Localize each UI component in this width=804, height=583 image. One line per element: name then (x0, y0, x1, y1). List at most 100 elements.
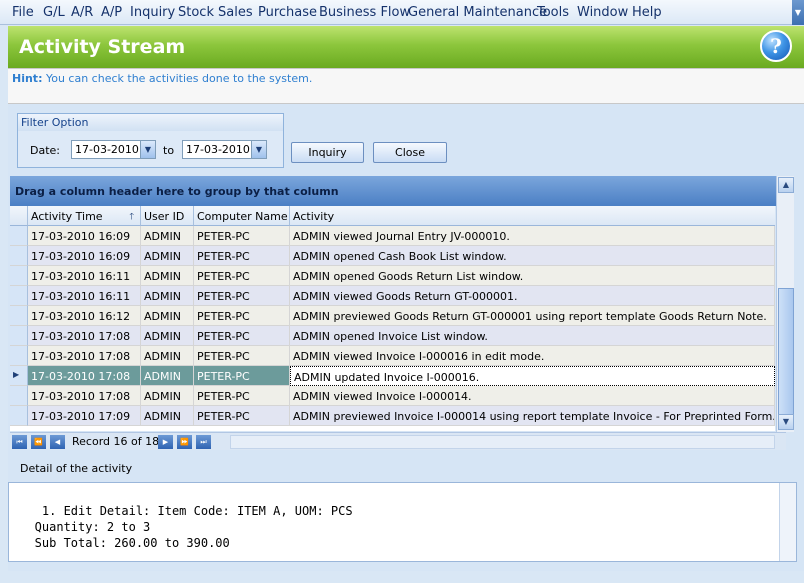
cell-activity-time: 17-03-2010 17:08 (28, 326, 141, 346)
table-row[interactable]: 17-03-2010 17:08 ADMIN PETER-PC ADMIN vi… (10, 386, 775, 406)
cell-activity: ADMIN previewed Invoice I-000014 using r… (290, 406, 775, 426)
cell-user-id: ADMIN (141, 326, 194, 346)
row-indicator (10, 226, 28, 246)
cell-activity: ADMIN previewed Goods Return GT-000001 u… (290, 306, 775, 326)
cell-activity: ADMIN viewed Invoice I-000014. (290, 386, 775, 406)
table-row[interactable]: 17-03-2010 17:09 ADMIN PETER-PC ADMIN pr… (10, 406, 775, 426)
table-row[interactable]: 17-03-2010 17:08 ADMIN PETER-PC ADMIN op… (10, 326, 775, 346)
menu-help[interactable]: Help (632, 5, 662, 20)
cell-computer-name: PETER-PC (194, 306, 290, 326)
grid-vertical-scrollbar[interactable]: ▲ ▼ (776, 176, 794, 432)
menu-file[interactable]: File (12, 5, 34, 20)
to-label: to (163, 144, 175, 157)
cell-user-id: ADMIN (141, 346, 194, 366)
cell-computer-name: PETER-PC (194, 226, 290, 246)
cell-activity: ADMIN viewed Invoice I-000016 in edit mo… (290, 346, 775, 366)
page-title: Activity Stream (19, 36, 186, 58)
previous-page-icon[interactable]: ⏪ (31, 435, 46, 449)
col-activity-time[interactable]: Activity Time 🡑 (28, 206, 141, 226)
date-to-field[interactable]: 17-03-2010 ▼ (182, 140, 267, 159)
cell-activity: ADMIN opened Goods Return List window. (290, 266, 775, 286)
hint-bar: Hint: You can check the activities done … (8, 68, 804, 104)
row-indicator (10, 346, 28, 366)
menu-ap[interactable]: A/P (101, 5, 122, 20)
close-button[interactable]: Close (373, 142, 447, 163)
record-counter: Record 16 of 18 (72, 435, 160, 448)
cell-user-id: ADMIN (141, 286, 194, 306)
cell-computer-name: PETER-PC (194, 406, 290, 426)
activity-grid: Activity Time 🡑 User ID Computer Name Ac… (10, 206, 775, 431)
table-row[interactable]: 17-03-2010 16:11 ADMIN PETER-PC ADMIN op… (10, 266, 775, 286)
scroll-down-icon[interactable]: ▼ (778, 414, 794, 430)
col-activity-time-label: Activity Time (31, 210, 103, 223)
detail-scrollbar[interactable] (779, 483, 796, 561)
menu-ar[interactable]: A/R (71, 5, 93, 20)
cell-activity-time: 17-03-2010 16:09 (28, 226, 141, 246)
next-record-icon[interactable]: ▶ (158, 435, 173, 449)
last-record-icon[interactable]: ⏭ (196, 435, 211, 449)
table-row[interactable]: 17-03-2010 16:11 ADMIN PETER-PC ADMIN vi… (10, 286, 775, 306)
cell-computer-name: PETER-PC (194, 266, 290, 286)
menu-stock[interactable]: Stock (178, 5, 214, 20)
help-icon[interactable]: ? (760, 30, 792, 62)
cell-activity-time: 17-03-2010 16:09 (28, 246, 141, 266)
cell-computer-name: PETER-PC (194, 326, 290, 346)
cell-activity: ADMIN updated Invoice I-000016. (290, 366, 775, 386)
detail-textbox[interactable]: 1. Edit Detail: Item Code: ITEM A, UOM: … (8, 482, 797, 562)
date-to-value: 17-03-2010 (186, 143, 250, 156)
cell-computer-name: PETER-PC (194, 386, 290, 406)
menu-sales[interactable]: Sales (218, 5, 253, 20)
detail-label: Detail of the activity (20, 462, 133, 475)
cell-computer-name: PETER-PC (194, 346, 290, 366)
scroll-up-icon[interactable]: ▲ (778, 177, 794, 193)
row-indicator-header (10, 206, 28, 226)
cell-activity-time: 17-03-2010 17:08 (28, 346, 141, 366)
table-row[interactable]: 17-03-2010 16:12 ADMIN PETER-PC ADMIN pr… (10, 306, 775, 326)
chevron-down-icon[interactable]: ▼ (140, 141, 155, 158)
cell-user-id: ADMIN (141, 226, 194, 246)
menu-purchase[interactable]: Purchase (258, 5, 317, 20)
col-computer-name[interactable]: Computer Name (194, 206, 290, 226)
menu-window[interactable]: Window (577, 5, 628, 20)
menu-business-flow[interactable]: Business Flow (319, 5, 410, 20)
scroll-thumb[interactable] (778, 288, 794, 418)
table-row[interactable]: 17-03-2010 16:09 ADMIN PETER-PC ADMIN vi… (10, 226, 775, 246)
table-row[interactable]: 17-03-2010 17:08 ADMIN PETER-PC ADMIN vi… (10, 346, 775, 366)
detail-text: 1. Edit Detail: Item Code: ITEM A, UOM: … (34, 504, 353, 550)
row-indicator (10, 286, 28, 306)
cell-activity: ADMIN opened Cash Book List window. (290, 246, 775, 266)
inquiry-button[interactable]: Inquiry (291, 142, 364, 163)
grid-horizontal-scrollbar[interactable] (230, 435, 775, 449)
first-record-icon[interactable]: ⏮ (12, 435, 27, 449)
filter-option-group: Filter Option Date: 17-03-2010 ▼ to 17-0… (17, 113, 284, 168)
current-row-arrow-icon: ▶ (10, 366, 28, 386)
cell-activity-time: 17-03-2010 17:09 (28, 406, 141, 426)
group-by-bar[interactable]: Drag a column header here to group by th… (10, 176, 786, 206)
previous-record-icon[interactable]: ◀ (50, 435, 65, 449)
menu-gl[interactable]: G/L (43, 5, 65, 20)
date-from-field[interactable]: 17-03-2010 ▼ (71, 140, 156, 159)
row-indicator (10, 406, 28, 426)
sort-ascending-icon: 🡑 (129, 212, 134, 222)
cell-activity-time: 17-03-2010 17:08 (28, 366, 141, 386)
row-indicator (10, 326, 28, 346)
table-row-selected[interactable]: ▶ 17-03-2010 17:08 ADMIN PETER-PC ADMIN … (10, 366, 775, 386)
cell-user-id: ADMIN (141, 406, 194, 426)
cell-user-id: ADMIN (141, 246, 194, 266)
col-user-id[interactable]: User ID (141, 206, 194, 226)
cell-user-id: ADMIN (141, 386, 194, 406)
col-activity[interactable]: Activity (290, 206, 775, 226)
menu-chevron-icon[interactable]: ▼ (792, 0, 804, 25)
menu-inquiry[interactable]: Inquiry (130, 5, 175, 20)
row-indicator (10, 306, 28, 326)
menu-general-maintenance[interactable]: General Maintenance (408, 5, 547, 20)
next-page-icon[interactable]: ⏩ (177, 435, 192, 449)
cell-user-id: ADMIN (141, 266, 194, 286)
table-row[interactable]: 17-03-2010 16:09 ADMIN PETER-PC ADMIN op… (10, 246, 775, 266)
cell-computer-name: PETER-PC (194, 246, 290, 266)
row-indicator (10, 266, 28, 286)
menu-tools[interactable]: Tools (537, 5, 569, 20)
chevron-down-icon[interactable]: ▼ (251, 141, 266, 158)
hint-text: You can check the activities done to the… (45, 72, 313, 85)
cell-activity-time: 17-03-2010 16:11 (28, 266, 141, 286)
